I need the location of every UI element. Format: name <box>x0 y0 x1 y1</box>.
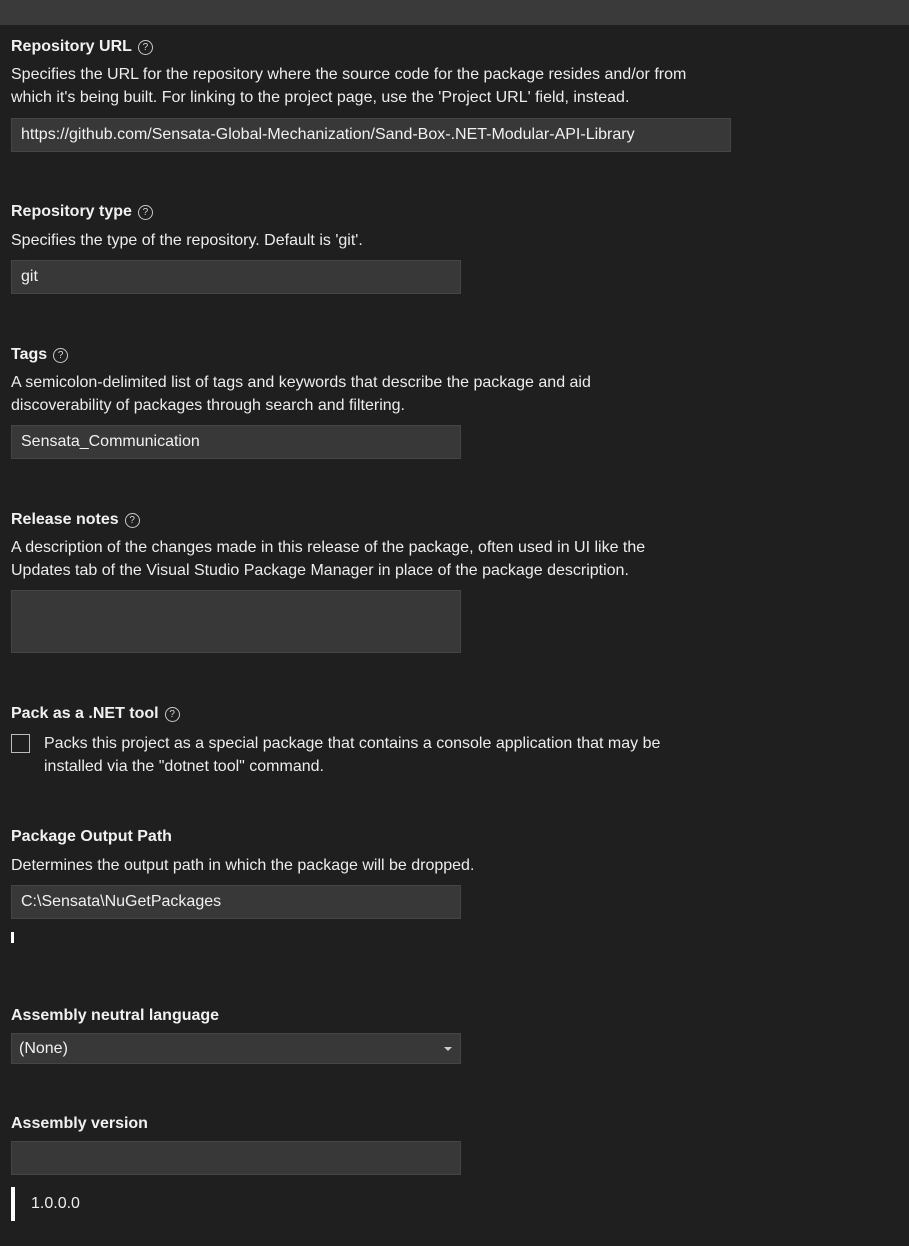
pack-as-tool-checkbox-label: Packs this project as a special package … <box>44 735 661 775</box>
help-icon[interactable]: ? <box>164 706 180 722</box>
assembly-version-input[interactable] <box>11 1141 461 1175</box>
package-output-path-label: Package Output Path <box>11 828 172 845</box>
tags-label: Tags ? <box>11 345 69 365</box>
repository-url-label: Repository URL ? <box>11 37 153 57</box>
assembly-version-evaluated-value: 1.0.0.0 <box>31 1195 80 1212</box>
release-notes-description: A description of the changes made in thi… <box>11 539 646 579</box>
repository-url-input[interactable]: https://github.com/Sensata-Global-Mechan… <box>11 118 731 152</box>
package-output-path-input[interactable]: C:\Sensata\NuGetPackages <box>11 885 461 919</box>
pack-as-tool-checkbox[interactable] <box>11 734 30 753</box>
evaluated-value-bar <box>11 1187 15 1221</box>
release-notes-label: Release notes ? <box>11 510 140 530</box>
pack-as-tool-label: Pack as a .NET tool ? <box>11 704 180 724</box>
tags-input[interactable]: Sensata_Communication <box>11 425 461 459</box>
dropdown-caret-icon <box>444 1046 452 1051</box>
assembly-neutral-language-select[interactable]: (None) <box>11 1033 461 1064</box>
repository-type-label: Repository type ? <box>11 202 153 222</box>
assembly-version-label: Assembly version <box>11 1115 148 1132</box>
assembly-neutral-language-label: Assembly neutral language <box>11 1007 220 1024</box>
top-bar <box>0 0 909 25</box>
help-icon[interactable]: ? <box>124 512 140 528</box>
repository-type-input[interactable]: git <box>11 260 461 294</box>
help-icon[interactable]: ? <box>137 204 153 220</box>
help-icon[interactable]: ? <box>137 39 153 55</box>
release-notes-textarea[interactable] <box>11 590 461 653</box>
package-output-path-description: Determines the output path in which the … <box>11 857 475 874</box>
repository-type-description: Specifies the type of the repository. De… <box>11 232 363 249</box>
tags-description: A semicolon-delimited list of tags and k… <box>11 374 591 414</box>
repository-url-description: Specifies the URL for the repository whe… <box>11 66 687 106</box>
help-icon[interactable]: ? <box>53 347 69 363</box>
value-indicator-bar <box>11 932 14 943</box>
